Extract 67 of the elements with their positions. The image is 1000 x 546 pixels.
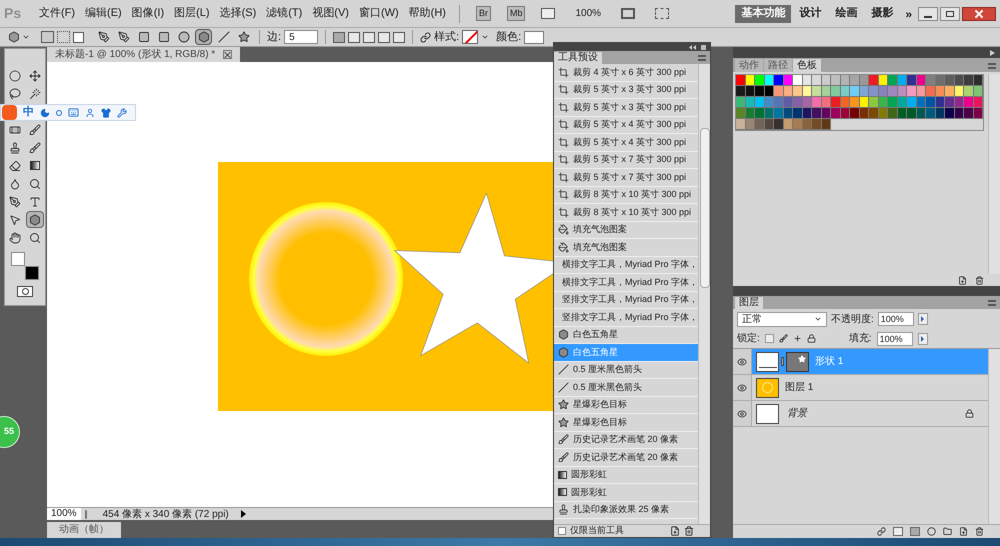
preset-item[interactable]: 裁剪 5 英寸 x 3 英寸 300 ppi: [554, 82, 698, 99]
preset-item[interactable]: 星爆彩色目标: [554, 396, 698, 414]
preset-item[interactable]: 竖排文字工具，Myriad Pro 字体，: [554, 292, 698, 309]
color-label: 颜色:: [496, 30, 522, 45]
zoom-field[interactable]: 100%: [47, 508, 81, 520]
zoom-dropdown[interactable]: 100%: [575, 6, 602, 21]
panel-tab[interactable]: 色板: [793, 59, 821, 72]
layer-row[interactable]: 图层 1: [733, 375, 988, 401]
preset-item[interactable]: 白色五角星: [554, 326, 698, 344]
menu-item[interactable]: 编辑(E): [80, 5, 127, 22]
preset-item[interactable]: 裁剪 8 英寸 x 10 英寸 300 ppi: [554, 204, 698, 222]
fill-field[interactable]: 100%: [876, 332, 913, 346]
document-info: 454 像素 x 340 像素 (72 ppi): [102, 508, 230, 522]
menu-item[interactable]: 文件(F): [34, 5, 80, 22]
panel-tab[interactable]: 路径: [764, 59, 792, 72]
workspace-button[interactable]: 基本功能: [735, 4, 792, 22]
menu-item[interactable]: 滤镜(T): [261, 5, 308, 22]
blend-mode-select[interactable]: 正常: [737, 312, 827, 326]
more-workspaces-button[interactable]: »: [901, 4, 916, 22]
menu-item[interactable]: 图像(I): [126, 5, 170, 22]
document-title: 未标题-1 @ 100% (形状 1, RGB/8) *: [55, 48, 216, 62]
workspace-button[interactable]: 绘画: [829, 4, 864, 22]
lock-label: 锁定:: [737, 332, 760, 346]
preset-item[interactable]: 0.5 厘米黑色箭头: [554, 362, 698, 379]
layer-name: 背景: [787, 406, 807, 421]
layer-name: 形状 1: [815, 354, 844, 369]
workspace-button[interactable]: 设计: [793, 4, 828, 22]
layer-name: 图层 1: [785, 381, 814, 395]
opacity-field[interactable]: 100%: [878, 312, 914, 326]
preset-item[interactable]: 横排文字工具，Myriad Pro 字体，: [554, 256, 698, 274]
bridge-button[interactable]: Br: [476, 6, 491, 22]
animation-tab[interactable]: 动画（帧）: [47, 522, 121, 538]
style-label: 样式:: [434, 30, 460, 45]
preset-item[interactable]: 裁剪 4 英寸 x 6 英寸 300 ppi: [554, 64, 698, 82]
checkbox-label: 仅限当前工具: [570, 524, 624, 538]
sides-field[interactable]: 5: [284, 30, 318, 44]
preset-item[interactable]: 圆形彩虹: [554, 466, 698, 484]
menu-item[interactable]: 选择(S): [214, 5, 262, 22]
preset-item[interactable]: 横排文字工具，Myriad Pro 字体，: [554, 274, 698, 292]
document-tab[interactable]: 未标题-1 @ 100% (形状 1, RGB/8) *: [47, 47, 240, 62]
input-mode-toggle[interactable]: 中: [23, 104, 34, 121]
tool-presets-tab[interactable]: 工具预设: [554, 52, 602, 64]
preset-item[interactable]: 裁剪 5 英寸 x 4 英寸 300 ppi: [554, 134, 698, 152]
preset-item[interactable]: 裁剪 5 英寸 x 7 英寸 300 ppi: [554, 152, 698, 169]
preset-item[interactable]: 竖排文字工具，Myriad Pro 字体，: [554, 309, 698, 326]
menu-item[interactable]: 视图(V): [307, 5, 354, 22]
preset-item[interactable]: 裁剪 8 英寸 x 10 英寸 300 ppi: [554, 186, 698, 204]
preset-item[interactable]: 填充气泡图案: [554, 222, 698, 239]
preset-item[interactable]: 扎染印象派效果 25 像素: [554, 502, 698, 519]
workspace-button[interactable]: 摄影: [865, 4, 900, 22]
menu-item[interactable]: 帮助(H): [404, 5, 451, 22]
fill-label: 填充:: [848, 332, 872, 346]
sides-label: 边:: [267, 30, 282, 45]
menu-item[interactable]: 窗口(W): [354, 5, 404, 22]
app-logo: Ps: [4, 4, 22, 23]
opacity-label: 不透明度:: [831, 312, 874, 326]
preset-item[interactable]: 裁剪 5 英寸 x 4 英寸 300 ppi: [554, 116, 698, 134]
preset-item[interactable]: 裁剪 5 英寸 x 7 英寸 300 ppi: [554, 169, 698, 186]
layers-tab[interactable]: 图层: [735, 297, 763, 309]
preset-item[interactable]: 裁剪 5 英寸 x 3 英寸 300 ppi: [554, 99, 698, 116]
preset-item[interactable]: 填充气泡图案: [554, 239, 698, 256]
mini-bridge-button[interactable]: Mb: [506, 6, 526, 22]
menu-item[interactable]: 图层(L): [169, 5, 215, 22]
preset-item[interactable]: 历史记录艺术画笔 20 像素: [554, 449, 698, 466]
panel-tab[interactable]: 动作: [735, 59, 763, 72]
preset-item[interactable]: 历史记录艺术画笔 20 像素: [554, 432, 698, 449]
layer-row[interactable]: 背景: [733, 401, 988, 427]
